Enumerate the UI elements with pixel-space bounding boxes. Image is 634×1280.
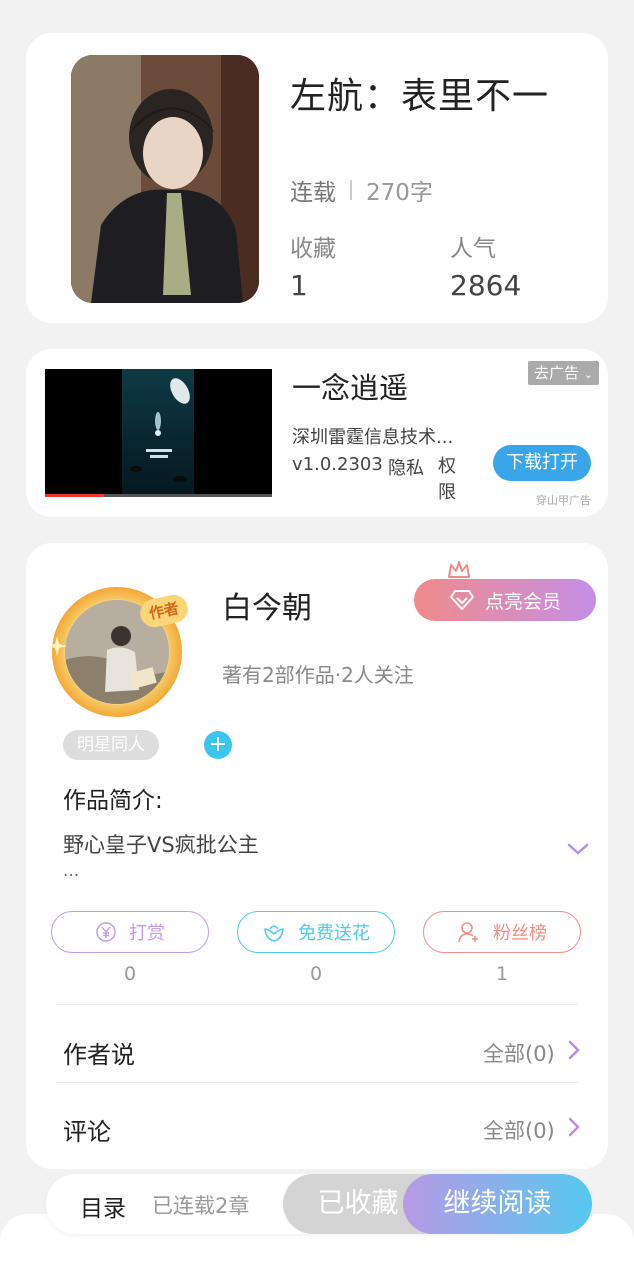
table-of-contents-button[interactable]: 目录 bbox=[80, 1189, 126, 1223]
popularity-count: 2864 bbox=[450, 269, 522, 302]
genre-tag[interactable]: 明星同人 bbox=[63, 730, 159, 760]
ad-video[interactable] bbox=[45, 369, 272, 497]
intro-ellipsis: ... bbox=[63, 861, 80, 881]
send-flower-button[interactable]: 免费送花 bbox=[237, 911, 395, 953]
collect-label: 收藏 bbox=[290, 236, 336, 262]
popularity-label: 人气 bbox=[450, 236, 496, 262]
vip-label: 点亮会员 bbox=[484, 590, 561, 613]
ad-company: 深圳雷霆信息技术... bbox=[292, 427, 454, 448]
author-avatar[interactable]: 作者 bbox=[47, 587, 191, 717]
tip-button[interactable]: 打赏 bbox=[51, 911, 209, 953]
user-icon bbox=[458, 922, 478, 943]
author-badge: 作者 bbox=[137, 592, 191, 630]
vip-activate-button[interactable]: 点亮会员 bbox=[414, 579, 596, 621]
chevron-down-icon[interactable] bbox=[566, 841, 590, 857]
book-info-card: 左航：表里不一 连载 270字 收藏 1 人气 2864 bbox=[26, 33, 608, 323]
add-tag-button[interactable]: + bbox=[204, 731, 232, 759]
fan-ranking-button[interactable]: 粉丝榜 bbox=[423, 911, 581, 953]
flower-icon bbox=[264, 925, 284, 942]
tip-label: 打赏 bbox=[129, 923, 165, 944]
ad-download-button[interactable]: 下载打开 bbox=[493, 445, 591, 481]
author-stats: 著有2部作品·2人关注 bbox=[222, 663, 414, 687]
author-card: 作者 白今朝 著有2部作品·2人关注 点亮会员 明星同人 + 作品简介: 野心皇… bbox=[26, 543, 608, 1169]
serial-status: 连载 bbox=[290, 180, 336, 206]
author-says-all-link[interactable]: 全部(0) bbox=[483, 1038, 555, 1068]
ad-version: v1.0.2303 bbox=[292, 454, 383, 475]
comments-label[interactable]: 评论 bbox=[63, 1112, 111, 1147]
diamond-icon bbox=[449, 590, 474, 610]
author-says-label[interactable]: 作者说 bbox=[63, 1035, 135, 1070]
collect-count: 1 bbox=[290, 269, 308, 302]
yuan-icon bbox=[96, 922, 116, 942]
ad-close-button[interactable]: 去广告 ⌄ bbox=[528, 361, 600, 385]
send-flower-label: 免费送花 bbox=[298, 923, 370, 944]
crown-icon bbox=[448, 561, 470, 578]
ad-close-label: 去广告 bbox=[534, 364, 580, 382]
tip-count: 0 bbox=[123, 963, 137, 985]
word-count: 270字 bbox=[366, 180, 433, 206]
ad-permissions-link[interactable]: 权限 bbox=[438, 454, 464, 506]
bottom-action-bar: 目录 已连载2章 已收藏 继续阅读 bbox=[46, 1174, 592, 1234]
ad-video-progress-fill bbox=[45, 494, 105, 497]
serial-chapter-info: 已连载2章 bbox=[152, 1194, 250, 1218]
chevron-right-icon[interactable] bbox=[566, 1039, 582, 1061]
ad-privacy-link[interactable]: 隐私 bbox=[388, 454, 424, 480]
ad-video-progress bbox=[45, 494, 272, 497]
book-title: 左航：表里不一 bbox=[290, 76, 550, 117]
intro-heading: 作品简介: bbox=[63, 788, 163, 814]
chevron-right-icon[interactable] bbox=[566, 1116, 582, 1138]
flower-count: 0 bbox=[309, 963, 323, 985]
ad-video-frame bbox=[122, 369, 194, 495]
ad-app-name[interactable]: 一念逍遥 bbox=[292, 365, 408, 407]
book-cover-image[interactable] bbox=[71, 55, 259, 303]
divider bbox=[56, 1082, 578, 1083]
ad-source-label: 穿山甲广告 bbox=[536, 494, 591, 507]
book-status-row: 连载 270字 bbox=[290, 173, 433, 207]
divider bbox=[350, 180, 352, 200]
chevron-down-icon: ⌄ bbox=[583, 368, 594, 381]
ad-card[interactable]: 一念逍遥 深圳雷霆信息技术... v1.0.2303 隐私 权限 去广告 ⌄ 下… bbox=[26, 349, 608, 517]
comments-all-link[interactable]: 全部(0) bbox=[483, 1115, 555, 1145]
fan-ranking-label: 粉丝榜 bbox=[493, 923, 547, 944]
divider bbox=[56, 1004, 578, 1005]
author-name[interactable]: 白今朝 bbox=[222, 583, 312, 627]
continue-reading-button[interactable]: 继续阅读 bbox=[403, 1174, 592, 1234]
intro-text: 野心皇子VS疯批公主 bbox=[63, 833, 259, 857]
fan-count: 1 bbox=[495, 963, 509, 985]
star-icon bbox=[47, 636, 67, 656]
